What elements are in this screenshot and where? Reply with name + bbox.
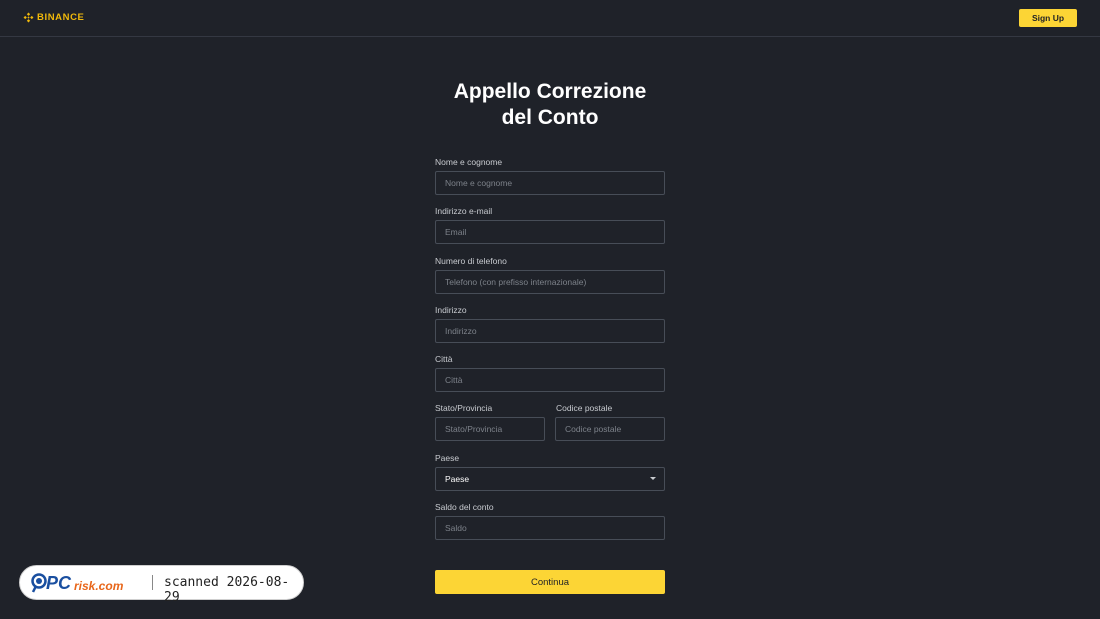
continue-button[interactable]: Continua bbox=[435, 570, 665, 594]
address-label: Indirizzo bbox=[435, 305, 467, 315]
sign-up-button[interactable]: Sign Up bbox=[1019, 9, 1077, 27]
binance-logo[interactable]: BINANCE bbox=[23, 12, 84, 23]
name-label: Nome e cognome bbox=[435, 157, 503, 167]
postal-code-label: Codice postale bbox=[556, 403, 613, 413]
state-input[interactable] bbox=[435, 417, 545, 441]
page-title: Appello Correzione del Conto bbox=[0, 79, 1100, 131]
page-title-line-1: Appello Correzione bbox=[453, 80, 647, 103]
balance-label: Saldo del conto bbox=[435, 502, 494, 512]
logo-text: BINANCE bbox=[37, 12, 85, 23]
binance-diamond-icon bbox=[23, 12, 34, 23]
scan-date-text: scanned 2026-08-29 bbox=[164, 575, 290, 605]
page-title-line-2: del Conto bbox=[501, 106, 599, 129]
email-input[interactable] bbox=[435, 220, 665, 244]
address-input[interactable] bbox=[435, 319, 665, 343]
country-selected-value: Paese bbox=[445, 474, 470, 484]
email-label: Indirizzo e-mail bbox=[435, 206, 493, 216]
phone-label: Numero di telefono bbox=[435, 256, 507, 266]
country-select[interactable]: Paese bbox=[435, 467, 665, 491]
pcrisk-logo: PC risk.com bbox=[31, 573, 124, 593]
postal-code-input[interactable] bbox=[555, 417, 665, 441]
name-input[interactable] bbox=[435, 171, 665, 195]
country-label: Paese bbox=[435, 453, 460, 463]
pcrisk-watermark: PC risk.com scanned 2026-08-29 bbox=[19, 565, 304, 605]
balance-input[interactable] bbox=[435, 516, 665, 540]
chevron-down-icon bbox=[650, 477, 656, 480]
svg-text:risk.com: risk.com bbox=[74, 579, 124, 593]
top-navigation-bar: BINANCE Sign Up bbox=[0, 0, 1100, 37]
phone-input[interactable] bbox=[435, 270, 665, 294]
city-input[interactable] bbox=[435, 368, 665, 392]
state-label: Stato/Provincia bbox=[435, 403, 493, 413]
watermark-separator bbox=[152, 575, 153, 590]
svg-text:PC: PC bbox=[46, 573, 72, 593]
city-label: Città bbox=[435, 354, 453, 364]
